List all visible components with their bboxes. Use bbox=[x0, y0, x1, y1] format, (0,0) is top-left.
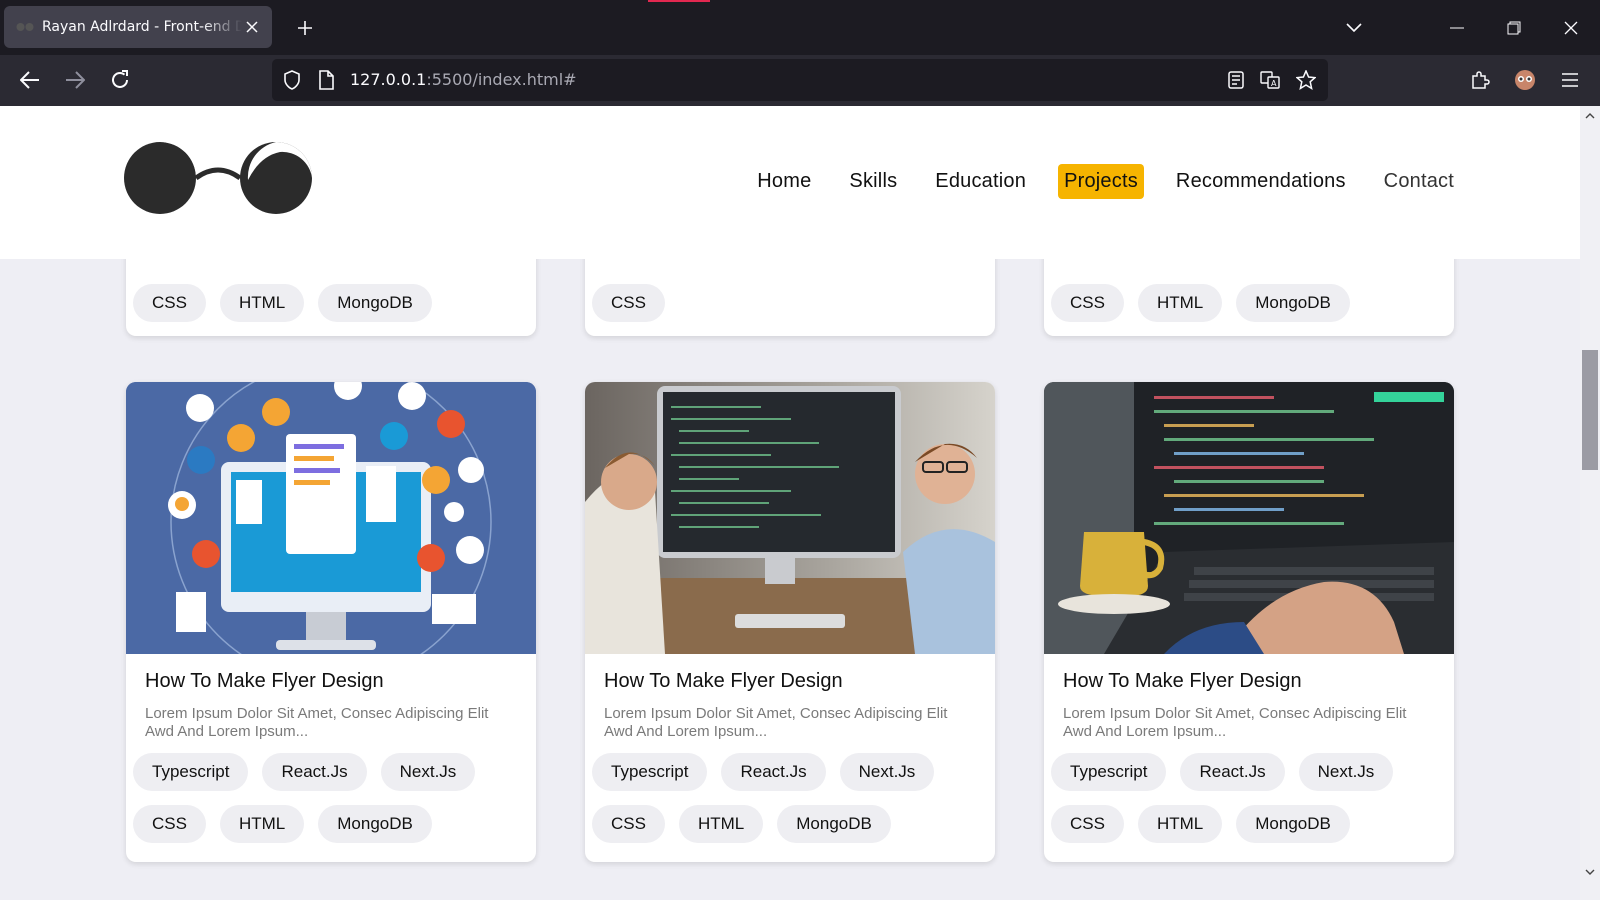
tag-list: Typescript React.Js Next.Js CSS HTML Mon… bbox=[585, 741, 995, 843]
tag-chip[interactable]: React.Js bbox=[721, 753, 826, 791]
reader-view-icon[interactable] bbox=[1224, 68, 1248, 92]
new-tab-plus-icon[interactable] bbox=[293, 16, 317, 40]
url-host: 127.0.0.1 bbox=[350, 70, 427, 89]
project-image-illustration bbox=[126, 382, 536, 654]
scroll-up-arrow-icon[interactable] bbox=[1584, 110, 1596, 122]
tab-loading-indicator bbox=[648, 0, 710, 2]
nav-link-home[interactable]: Home bbox=[751, 164, 817, 199]
site-header: Home Skills Education Projects Recommend… bbox=[0, 106, 1580, 259]
page-scrollbar[interactable] bbox=[1580, 106, 1600, 900]
tag-chip[interactable]: MongoDB bbox=[1236, 805, 1350, 843]
tag-chip[interactable]: HTML bbox=[219, 805, 305, 843]
tag-chip[interactable]: MongoDB bbox=[318, 805, 432, 843]
card-description: Lorem Ipsum Dolor Sit Amet, Consec Adipi… bbox=[145, 705, 489, 740]
tag-chip[interactable]: Typescript bbox=[592, 753, 708, 791]
page-viewport: CSS HTML MongoDB CSS CSS HTML MongoDB Ho… bbox=[0, 106, 1580, 900]
glasses-favicon-icon bbox=[16, 18, 34, 36]
tag-chip[interactable]: CSS bbox=[133, 805, 206, 843]
main-nav: Home Skills Education Projects Recommend… bbox=[751, 164, 1460, 199]
card-title[interactable]: How To Make Flyer Design bbox=[126, 654, 536, 693]
tab-title: Rayan Adlrdard - Front-end Developer bbox=[42, 19, 242, 35]
url-text[interactable]: 127.0.0.1:5500/index.html# bbox=[350, 70, 577, 89]
back-arrow-icon[interactable] bbox=[14, 64, 46, 96]
tag-chip[interactable]: Typescript bbox=[1051, 753, 1167, 791]
hamburger-menu-icon[interactable] bbox=[1554, 64, 1586, 96]
tag-chip[interactable]: MongoDB bbox=[777, 805, 891, 843]
svg-text:A: A bbox=[1271, 79, 1277, 88]
tag-chip[interactable]: CSS bbox=[592, 805, 665, 843]
url-path: :5500/index.html# bbox=[426, 70, 577, 89]
translate-icon[interactable]: A bbox=[1258, 68, 1282, 92]
page-info-icon[interactable] bbox=[314, 68, 338, 92]
tag-chip[interactable]: HTML bbox=[1137, 805, 1223, 843]
tag-chip[interactable]: MongoDB bbox=[318, 284, 432, 322]
nav-link-contact[interactable]: Contact bbox=[1378, 164, 1460, 199]
tag-list: CSS bbox=[585, 284, 672, 322]
tracking-shield-icon[interactable] bbox=[280, 68, 304, 92]
tag-chip[interactable]: CSS bbox=[592, 284, 665, 322]
tag-chip[interactable]: HTML bbox=[678, 805, 764, 843]
close-icon[interactable] bbox=[242, 17, 262, 37]
tag-list: Typescript React.Js Next.Js CSS HTML Mon… bbox=[1044, 741, 1454, 843]
tag-chip[interactable]: React.Js bbox=[1180, 753, 1285, 791]
bookmark-star-icon[interactable] bbox=[1294, 68, 1318, 92]
reload-icon[interactable] bbox=[104, 64, 136, 96]
tag-chip[interactable]: Next.Js bbox=[839, 753, 935, 791]
minimize-icon[interactable] bbox=[1443, 14, 1471, 42]
tag-chip[interactable]: CSS bbox=[1051, 805, 1124, 843]
close-window-icon[interactable] bbox=[1557, 14, 1585, 42]
project-card[interactable]: How To Make Flyer Design Lorem Ipsum Dol… bbox=[1044, 382, 1454, 862]
glasses-logo-icon[interactable] bbox=[120, 136, 316, 220]
scrollbar-thumb[interactable] bbox=[1582, 350, 1598, 470]
url-bar[interactable]: 127.0.0.1:5500/index.html# A bbox=[272, 59, 1328, 101]
nav-link-skills[interactable]: Skills bbox=[843, 164, 903, 199]
project-image-photo bbox=[1044, 382, 1454, 654]
list-tabs-chevron-down-icon[interactable] bbox=[1340, 14, 1368, 42]
tag-chip[interactable]: CSS bbox=[1051, 284, 1124, 322]
tag-list: CSS HTML MongoDB bbox=[1044, 284, 1357, 322]
project-image-photo bbox=[585, 382, 995, 654]
tag-chip[interactable]: Typescript bbox=[133, 753, 249, 791]
scroll-down-arrow-icon[interactable] bbox=[1584, 866, 1596, 878]
nav-link-projects[interactable]: Projects bbox=[1058, 164, 1144, 199]
tag-list: CSS HTML MongoDB bbox=[126, 284, 439, 322]
card-title[interactable]: How To Make Flyer Design bbox=[585, 654, 995, 693]
tag-chip[interactable]: Next.Js bbox=[1298, 753, 1394, 791]
tag-chip[interactable]: HTML bbox=[1137, 284, 1223, 322]
card-title[interactable]: How To Make Flyer Design bbox=[1044, 654, 1454, 693]
tag-chip[interactable]: MongoDB bbox=[1236, 284, 1350, 322]
tag-chip[interactable]: Next.Js bbox=[380, 753, 476, 791]
tag-chip[interactable]: React.Js bbox=[262, 753, 367, 791]
account-avatar-icon[interactable] bbox=[1509, 64, 1541, 96]
extensions-puzzle-icon[interactable] bbox=[1464, 64, 1496, 96]
forward-arrow-icon[interactable] bbox=[59, 64, 91, 96]
tag-chip[interactable]: HTML bbox=[219, 284, 305, 322]
nav-link-education[interactable]: Education bbox=[929, 164, 1032, 199]
card-description: Lorem Ipsum Dolor Sit Amet, Consec Adipi… bbox=[1063, 705, 1407, 740]
card-description: Lorem Ipsum Dolor Sit Amet, Consec Adipi… bbox=[604, 705, 948, 740]
restore-window-icon[interactable] bbox=[1500, 14, 1528, 42]
browser-tab[interactable]: Rayan Adlrdard - Front-end Developer bbox=[4, 6, 272, 48]
browser-tab-bar: Rayan Adlrdard - Front-end Developer bbox=[0, 0, 1600, 55]
tag-chip[interactable]: CSS bbox=[133, 284, 206, 322]
tag-list: Typescript React.Js Next.Js CSS HTML Mon… bbox=[126, 741, 536, 843]
browser-toolbar: 127.0.0.1:5500/index.html# A bbox=[0, 55, 1600, 106]
project-card[interactable]: How To Make Flyer Design Lorem Ipsum Dol… bbox=[585, 382, 995, 862]
project-card[interactable]: How To Make Flyer Design Lorem Ipsum Dol… bbox=[126, 382, 536, 862]
nav-link-recommendations[interactable]: Recommendations bbox=[1170, 164, 1352, 199]
